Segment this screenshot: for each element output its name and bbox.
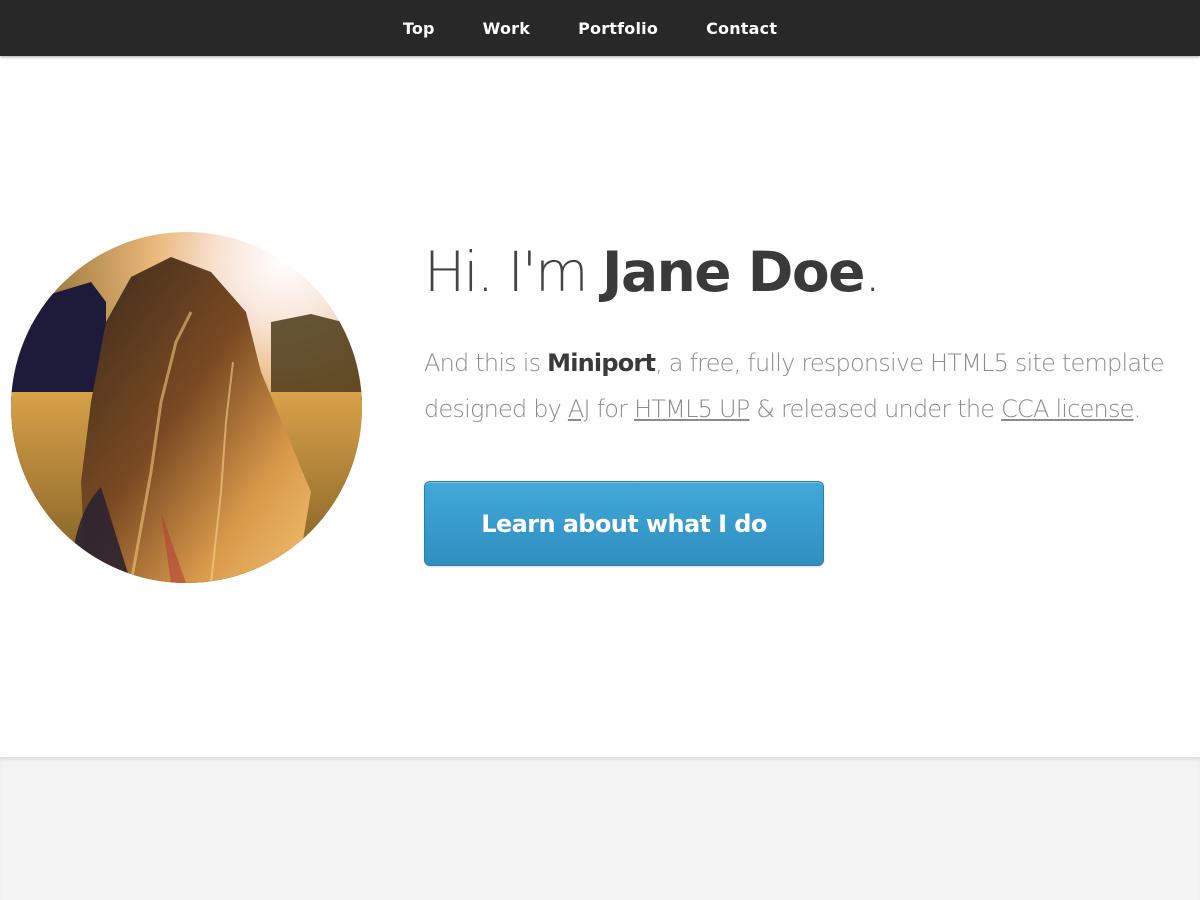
intro-blurb: And this is Miniport, a free, fully resp… [424,340,1200,432]
learn-more-button[interactable]: Learn about what I do [424,481,824,566]
intro-text: Hi. I'm Jane Doe. And this is Miniport, … [424,234,1200,432]
nav-item-contact: Contact [706,19,777,38]
author-link[interactable]: AJ [568,395,591,423]
license-link[interactable]: CCA license [1001,395,1134,423]
next-section-band [0,758,1200,900]
nav-link-portfolio[interactable]: Portfolio [578,19,658,38]
headline-name: Jane Doe [602,240,865,304]
site-link[interactable]: HTML5 UP [634,395,750,423]
top-navbar: Top Work Portfolio Contact [0,0,1200,56]
blurb-line2-prefix: designed by [424,395,568,423]
nav-menu: Top Work Portfolio Contact [379,19,801,38]
blurb-line1-suffix: , a free, fully responsive HTML5 site te… [655,349,1165,377]
blurb-released: & released under the [749,395,1002,423]
hero-section: Hi. I'm Jane Doe. And this is Miniport, … [0,56,1200,758]
headline: Hi. I'm Jane Doe. [424,234,1200,310]
headline-prefix: Hi. I'm [424,240,603,304]
nav-link-contact[interactable]: Contact [706,19,777,38]
nav-item-work: Work [483,19,530,38]
blurb-for: for [589,395,635,423]
nav-link-work[interactable]: Work [483,19,530,38]
blurb-line1-prefix: And this is [424,349,548,377]
profile-photo-illustration [11,232,362,583]
headline-suffix: . [863,240,882,304]
nav-link-top[interactable]: Top [403,19,435,38]
profile-photo [11,232,362,583]
nav-item-top: Top [403,19,435,38]
nav-item-portfolio: Portfolio [578,19,658,38]
blurb-end: . [1133,395,1142,423]
blurb-product-name: Miniport [547,349,656,377]
